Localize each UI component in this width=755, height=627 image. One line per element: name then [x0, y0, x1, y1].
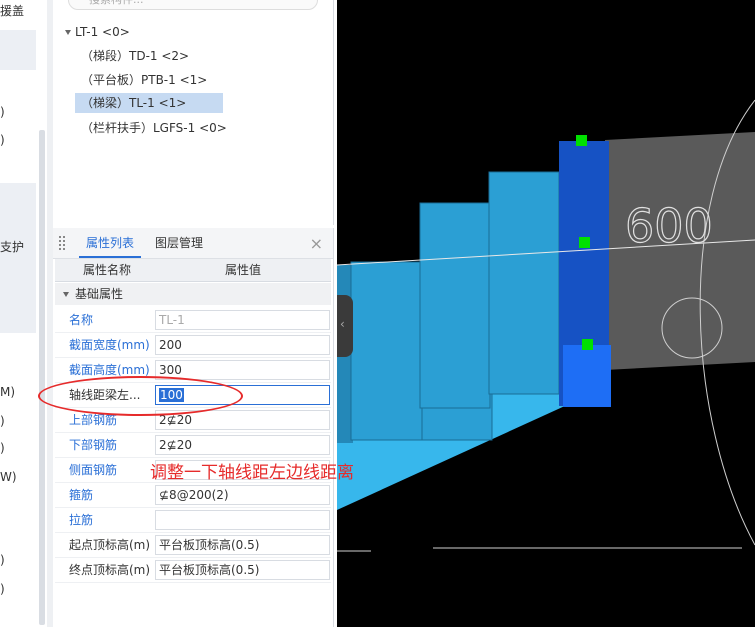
prop-name: 下部钢筋: [69, 438, 118, 452]
tab-property-list[interactable]: 属性列表: [79, 228, 141, 258]
prop-row: 截面宽度(mm) 200: [55, 333, 331, 358]
prop-row: 拉筋: [55, 508, 331, 533]
stair-step: [488, 171, 560, 395]
props-tabbar: 属性列表 图层管理 ×: [53, 228, 333, 259]
left-fragment: ): [0, 553, 5, 567]
left-fragment: ): [0, 414, 5, 428]
prop-value-input[interactable]: ⊈8@200(2): [155, 485, 330, 505]
annotation-text: 调整一下轴线距左边线距离: [150, 463, 354, 483]
drag-grip-icon[interactable]: [59, 236, 67, 250]
dimension-label: 600: [625, 199, 713, 253]
annotation-ellipse: [38, 376, 243, 416]
model-canvas: 600: [337, 99, 755, 552]
stair-step: [350, 261, 424, 441]
grip-handle[interactable]: [576, 135, 587, 146]
prop-value-input[interactable]: 200: [155, 335, 330, 355]
tree-item-lgfs[interactable]: （栏杆扶手）LGFS-1 <0>: [75, 118, 233, 138]
left-scrollbar[interactable]: [39, 130, 45, 625]
prop-value-input[interactable]: [155, 510, 330, 530]
group-basic-properties[interactable]: 基础属性: [55, 283, 331, 305]
prop-value-input[interactable]: 平台板顶标高(0.5): [155, 535, 330, 555]
component-tree-panel: 搜索构件... LT-1 <0> （梯段）TD-1 <2> （平台板）PTB-1…: [53, 0, 334, 225]
left-fragment: 援盖: [0, 4, 25, 18]
collapse-caret-icon[interactable]: [63, 292, 69, 297]
prop-row: 名称 TL-1: [55, 308, 331, 333]
left-fragment: W): [0, 470, 17, 484]
tree-item-ptb[interactable]: （平台板）PTB-1 <1>: [75, 70, 213, 90]
stair-beam-highlight: [563, 345, 611, 407]
chevron-left-icon[interactable]: ‹: [340, 317, 345, 331]
group-label: 基础属性: [75, 287, 124, 301]
prop-name: 名称: [69, 313, 94, 327]
left-fragment: ): [0, 105, 5, 119]
prop-name: 终点顶标高(m): [69, 563, 151, 577]
left-highlight-block: [0, 183, 36, 333]
left-fragment: ): [0, 441, 5, 455]
col-header-name: 属性名称: [83, 263, 132, 277]
viewport-collapse-handle[interactable]: ‹: [337, 295, 353, 357]
left-fragment: 支护: [0, 240, 25, 254]
left-fragment: ): [0, 582, 5, 596]
grip-handle[interactable]: [582, 339, 593, 350]
grip-handle[interactable]: [579, 237, 590, 248]
left-fragment: M): [0, 385, 16, 399]
tab-layer-manager[interactable]: 图层管理: [155, 228, 203, 258]
props-table-header: 属性名称 属性值: [55, 259, 331, 282]
left-panel-strip: 援盖 ) ) 支护 M) ) ) W) ) ): [0, 0, 47, 627]
left-selected-item[interactable]: [0, 30, 36, 70]
tree-item-tl[interactable]: （梯梁）TL-1 <1>: [75, 93, 223, 113]
prop-name: 侧面钢筋: [69, 463, 118, 477]
prop-name: 箍筋: [69, 488, 94, 502]
stair-step: [419, 202, 491, 409]
left-fragment: ): [0, 133, 5, 147]
properties-panel: 属性列表 图层管理 × 属性名称 属性值 基础属性 名称 TL-1 截面宽度(m…: [53, 228, 334, 627]
prop-row: 下部钢筋 2⊈20: [55, 433, 331, 458]
prop-value-input[interactable]: 平台板顶标高(0.5): [155, 560, 330, 580]
3d-viewport[interactable]: 600: [337, 0, 755, 627]
tree-root-label: LT-1 <0>: [75, 25, 130, 39]
prop-name: 截面宽度(mm): [69, 338, 150, 352]
col-header-value: 属性值: [225, 263, 262, 277]
prop-row: 箍筋 ⊈8@200(2): [55, 483, 331, 508]
tree-item-td[interactable]: （梯段）TD-1 <2>: [75, 46, 195, 66]
prop-name: 起点顶标高(m): [69, 538, 151, 552]
prop-name: 拉筋: [69, 513, 94, 527]
expand-caret-icon[interactable]: [65, 30, 71, 35]
prop-row: 起点顶标高(m) 平台板顶标高(0.5): [55, 533, 331, 558]
tree-root-item[interactable]: LT-1 <0>: [59, 22, 136, 42]
prop-value-input[interactable]: 2⊈20: [155, 435, 330, 455]
prop-row: 终点顶标高(m) 平台板顶标高(0.5): [55, 558, 331, 583]
close-icon[interactable]: ×: [310, 234, 323, 253]
tree-search-input[interactable]: 搜索构件...: [68, 0, 318, 10]
prop-value-input[interactable]: TL-1: [155, 310, 330, 330]
